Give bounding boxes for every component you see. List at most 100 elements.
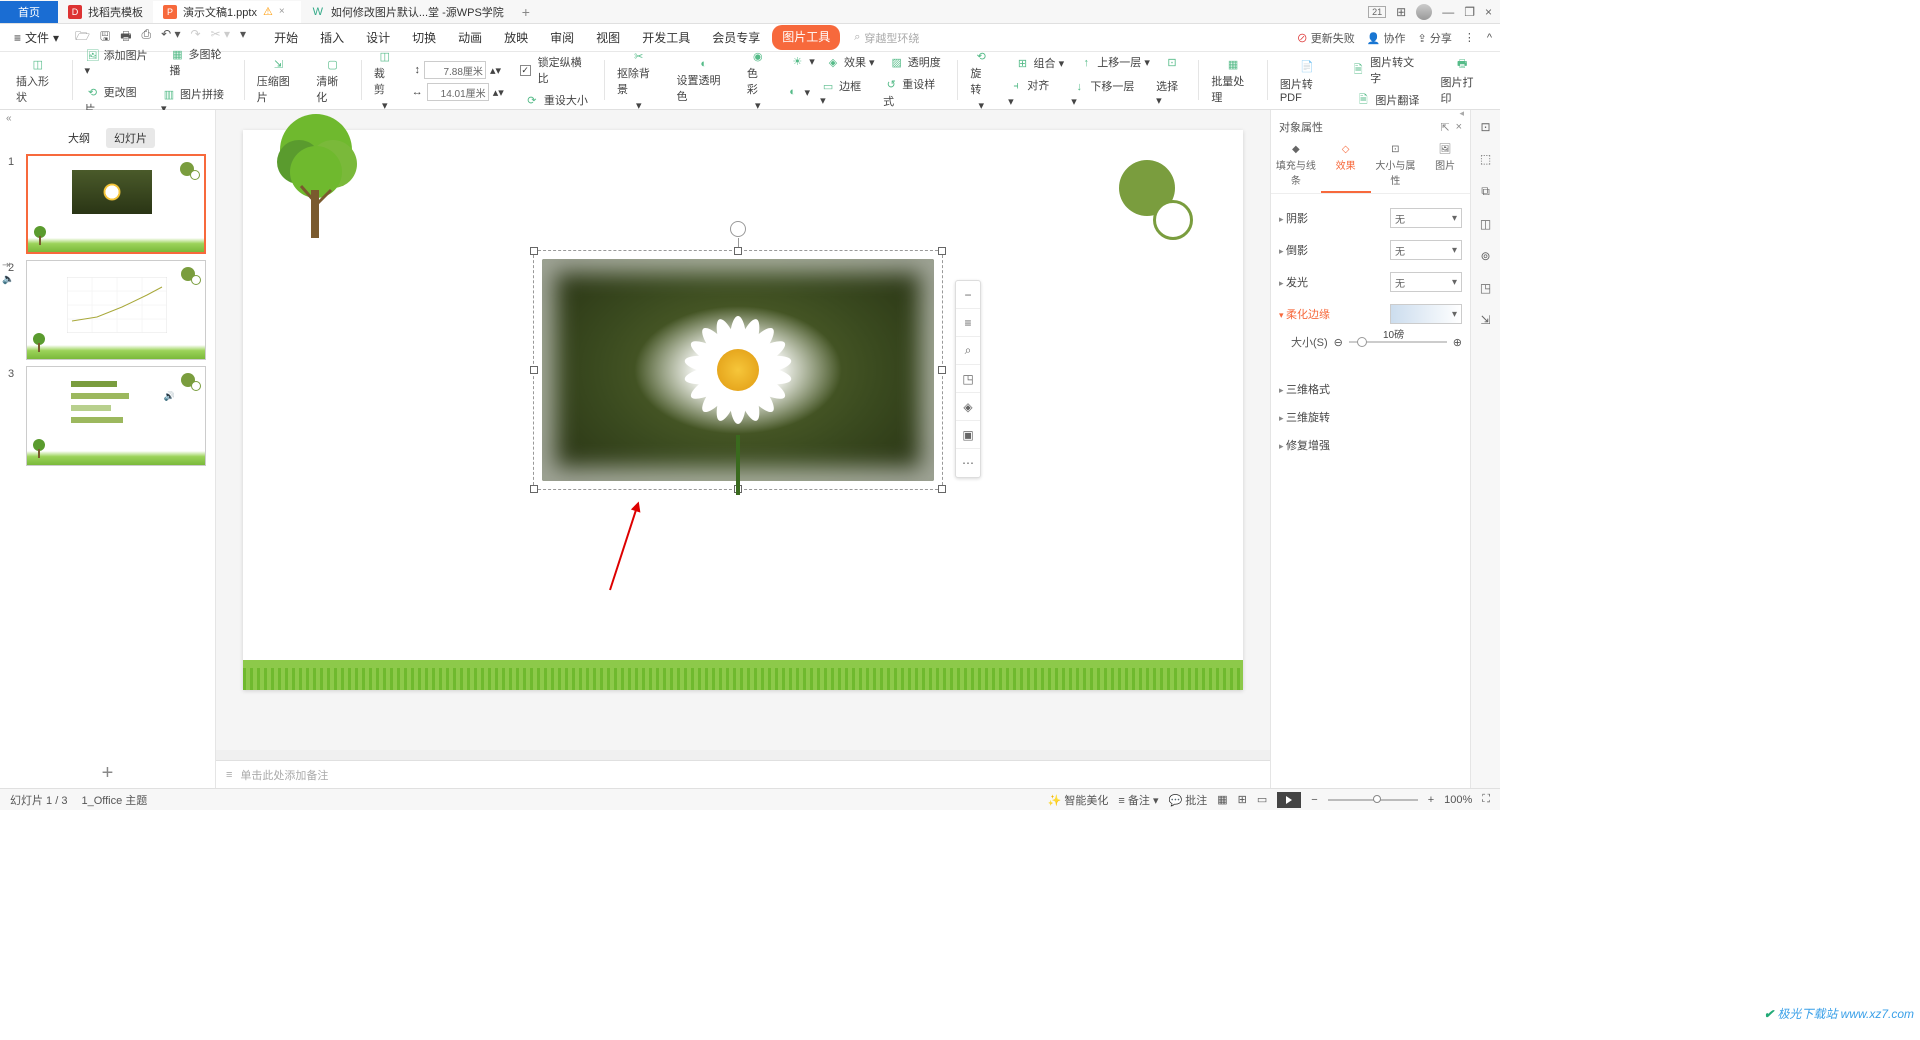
menu-tab-insert[interactable]: 插入 (310, 25, 354, 50)
rib-to-pdf[interactable]: 📄图片转PDF (1272, 56, 1342, 106)
transparency-button[interactable]: ▨ 透明度 (889, 54, 941, 71)
reset-size-button[interactable]: ⟳ 重设大小 (524, 92, 588, 108)
tab-templates[interactable]: D找稻壳模板 (58, 1, 153, 23)
qat-dropdown-icon[interactable]: ▾ (240, 27, 246, 48)
prop-tab-fill[interactable]: ◆填充与线条 (1271, 138, 1321, 193)
zoom-out-icon[interactable]: − (1311, 794, 1317, 806)
beautify-button[interactable]: ✨ 智能美化 (1048, 792, 1109, 808)
menu-tab-dev[interactable]: 开发工具 (632, 25, 700, 50)
prop-3d-rotate[interactable]: 三维旋转 (1279, 409, 1330, 425)
height-input[interactable] (424, 61, 486, 79)
thumbnail-1[interactable] (26, 154, 206, 254)
shadow-combo[interactable]: 无▾ (1390, 208, 1462, 228)
fit-icon[interactable]: ⛶ (1482, 793, 1490, 806)
rib-crop[interactable]: ◫裁剪 ▾ (366, 56, 404, 106)
translate-button[interactable]: 🗎 图片翻译 (1355, 92, 1419, 108)
prop-3d-format[interactable]: 三维格式 (1279, 381, 1330, 397)
more-icon[interactable]: ⋮ (1464, 31, 1475, 44)
move-up-button[interactable]: ↑ 上移一层 ▾ (1078, 54, 1150, 71)
h-scrollbar[interactable] (216, 750, 1270, 760)
float-layers[interactable]: ≡ (956, 309, 980, 337)
prop-repair[interactable]: 修复增强 (1279, 437, 1330, 453)
prop-shadow[interactable]: 阴影 (1279, 210, 1308, 226)
pane-tab-slides[interactable]: 幻灯片 (106, 128, 155, 148)
float-bulb[interactable]: ◈ (956, 393, 980, 421)
sidetool-object-icon[interactable]: ◳ (1480, 281, 1491, 295)
menu-tab-review[interactable]: 审阅 (540, 25, 584, 50)
group-button[interactable]: ⊞ 组合 ▾ (1014, 55, 1064, 72)
zoom-value[interactable]: 100% (1444, 794, 1472, 806)
comments-toggle[interactable]: 💬 批注 (1168, 792, 1207, 808)
tab-help[interactable]: W如何修改图片默认...堂 -源WPS学院 (301, 1, 514, 23)
add-image-button[interactable]: 🖼 添加图片 ▾ (85, 47, 156, 77)
resize-handle[interactable] (938, 366, 946, 374)
float-crop[interactable]: ◳ (956, 365, 980, 393)
share-button[interactable]: ⇪ 分享 (1418, 30, 1452, 46)
zoom-in-icon[interactable]: + (1428, 794, 1434, 806)
rib-set-trans[interactable]: ◐设置透明色 (668, 56, 738, 106)
slider-knob[interactable] (1357, 337, 1367, 347)
prop-popout-icon[interactable]: ⇱ (1440, 121, 1449, 134)
view-sorter-icon[interactable]: ⊞ (1238, 793, 1247, 806)
prop-tab-size[interactable]: ⊡大小与属性 (1371, 138, 1421, 193)
collab-button[interactable]: 👤 协作 (1367, 30, 1406, 46)
float-more[interactable]: ⋯ (956, 449, 980, 477)
prop-tab-effect[interactable]: ◇效果 (1321, 138, 1371, 193)
collapse-pane-icon[interactable]: « (0, 110, 215, 126)
menu-tab-transition[interactable]: 切换 (402, 25, 446, 50)
select-button[interactable]: 选择 ▾ (1156, 78, 1186, 107)
hamburger-menu[interactable]: ≡ 文件 ▾ (8, 29, 65, 46)
sidetool-select-icon[interactable]: ⊡ (1480, 120, 1490, 134)
menu-tab-picture-tools[interactable]: 图片工具 (772, 25, 840, 50)
apps-icon[interactable]: ⊞ (1396, 5, 1406, 19)
glow-combo[interactable]: 无▾ (1390, 272, 1462, 292)
view-normal-icon[interactable]: ▦ (1217, 793, 1227, 806)
width-input[interactable] (427, 83, 489, 101)
sidetool-clone-icon[interactable]: ⧉ (1481, 184, 1490, 199)
close-icon[interactable]: × (279, 6, 291, 18)
pane-top-icon[interactable]: ⊡ (1164, 55, 1180, 71)
sidetool-location-icon[interactable]: ⊚ (1480, 249, 1490, 263)
notes-toggle[interactable]: ≡ 备注 ▾ (1118, 792, 1158, 808)
reflection-combo[interactable]: 无▾ (1390, 240, 1462, 260)
float-fx[interactable]: ▣ (956, 421, 980, 449)
rib-print[interactable]: 🖶图片打印 (1432, 56, 1492, 106)
search-box[interactable]: ⌕ 穿越型环绕 (854, 30, 919, 46)
resize-handle[interactable] (938, 485, 946, 493)
prop-close-icon[interactable]: × (1456, 121, 1462, 134)
prop-reflection[interactable]: 倒影 (1279, 242, 1308, 258)
rib-color[interactable]: ◉色彩 ▾ (739, 56, 777, 106)
maximize-icon[interactable]: ❐ (1464, 5, 1475, 19)
rib-compress[interactable]: ⇲压缩图片 (249, 56, 309, 106)
slide[interactable]: − ≡ ⌕ ◳ ◈ ▣ ⋯ (243, 130, 1243, 690)
minimize-icon[interactable]: — (1442, 5, 1454, 19)
notes-bar[interactable]: ≡单击此处添加备注 (216, 760, 1270, 788)
effect-button[interactable]: ◈ 效果 ▾ (825, 54, 875, 71)
prop-soft-edge[interactable]: 柔化边缘 (1279, 306, 1330, 322)
soft-slider[interactable] (1349, 341, 1447, 343)
tab-home[interactable]: 首页 (0, 1, 58, 23)
zoom-slider[interactable] (1328, 799, 1418, 801)
to-text-button[interactable]: 🗎 图片转文字 (1350, 54, 1424, 86)
sidetool-style-icon[interactable]: ⬚ (1480, 152, 1491, 166)
new-tab-button[interactable]: + (514, 4, 538, 20)
float-zoom[interactable]: ⌕ (956, 337, 980, 365)
prop-tab-pic[interactable]: 🖼图片 (1420, 138, 1470, 193)
soft-combo[interactable]: ▾ (1390, 304, 1462, 324)
rib-remove-bg[interactable]: ✂抠除背景 ▾ (609, 56, 669, 106)
menu-tab-slideshow[interactable]: 放映 (494, 25, 538, 50)
selected-image[interactable] (533, 250, 943, 490)
view-reading-icon[interactable]: ▭ (1257, 793, 1267, 806)
thumbnail-3[interactable]: 🔊 (26, 366, 206, 466)
sidetool-anim-icon[interactable]: ◫ (1480, 217, 1491, 231)
add-slide-button[interactable]: + (0, 758, 215, 788)
menu-tab-view[interactable]: 视图 (586, 25, 630, 50)
menu-tab-animation[interactable]: 动画 (448, 25, 492, 50)
close-window-icon[interactable]: × (1485, 5, 1492, 19)
resize-handle[interactable] (530, 366, 538, 374)
align-button[interactable]: ⫞ 对齐 ▾ (1008, 77, 1057, 108)
tab-document[interactable]: P演示文稿1.pptx⚠× (153, 1, 301, 23)
resize-handle[interactable] (530, 247, 538, 255)
menu-tab-design[interactable]: 设计 (356, 25, 400, 50)
slideshow-button[interactable] (1277, 792, 1301, 808)
